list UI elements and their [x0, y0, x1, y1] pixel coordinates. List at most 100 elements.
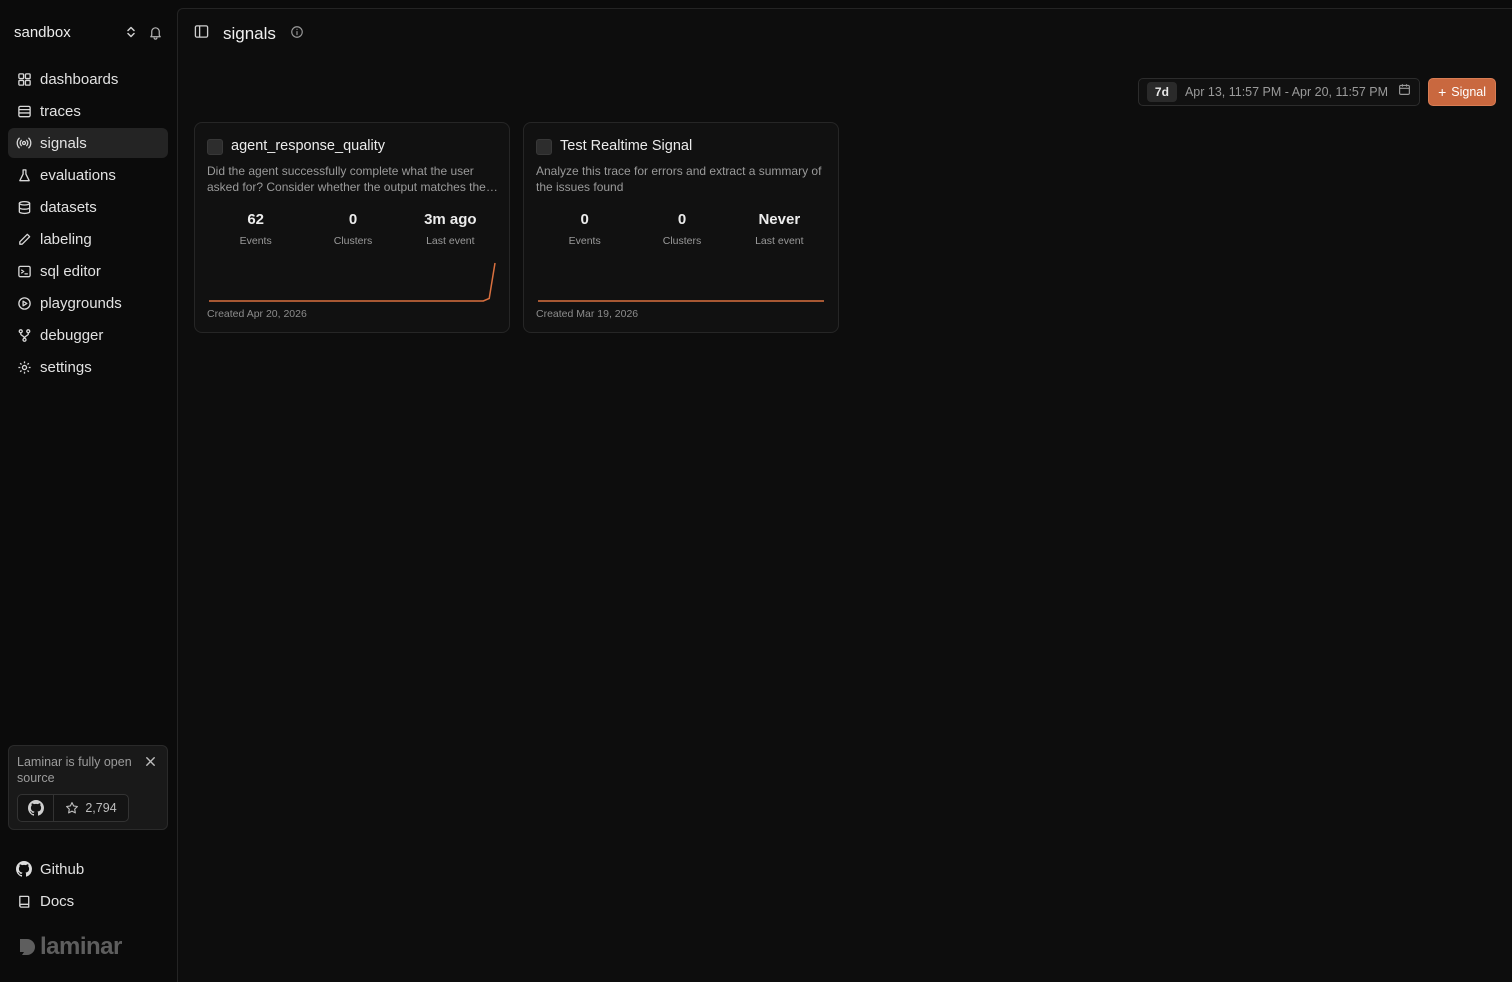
stat-value: 0: [348, 211, 358, 228]
stat-label: Events: [568, 235, 601, 247]
sidebar-item-labeling[interactable]: labeling: [8, 224, 168, 254]
sidebar-toggle-icon[interactable]: [194, 24, 209, 44]
chevron-up-down-icon[interactable]: [122, 23, 140, 41]
flask-icon: [16, 167, 32, 183]
github-icon: [18, 795, 54, 821]
star-icon: [66, 802, 79, 814]
main-panel: signals 7d Apr 13, 11:57 PM - Apr 20, 11…: [177, 8, 1512, 982]
stat-label: Events: [239, 235, 272, 247]
sidebar-item-traces[interactable]: traces: [8, 96, 168, 126]
page-title: signals: [223, 24, 276, 43]
sidebar-item-label: evaluations: [40, 166, 116, 184]
calendar-icon: [1398, 83, 1411, 101]
github-link-label: Github: [40, 860, 85, 878]
toolbar: 7d Apr 13, 11:57 PM - Apr 20, 11:57 PM +…: [1137, 78, 1496, 106]
sidebar-item-debugger[interactable]: debugger: [8, 320, 168, 350]
signal-sparkline: [538, 300, 824, 302]
sidebar: sandbox dashboards traces signals evalua…: [0, 0, 177, 982]
signal-title: Test Realtime Signal: [560, 138, 693, 154]
docs-link-label: Docs: [40, 892, 75, 910]
range-badge: 7d: [1146, 82, 1177, 102]
workspace-switcher[interactable]: sandbox: [14, 22, 164, 42]
sidebar-footer: Github Docs: [8, 854, 168, 918]
stat-last-event: 3m ago Last event: [402, 211, 499, 247]
stat-value: Never: [758, 211, 801, 228]
sidebar-nav: dashboards traces signals evaluations da…: [8, 64, 168, 384]
add-signal-button[interactable]: + Signal: [1428, 78, 1496, 106]
signal-card[interactable]: agent_response_quality Did the agent suc…: [194, 122, 510, 333]
info-icon[interactable]: [290, 25, 304, 44]
workspace-name: sandbox: [14, 23, 71, 41]
plus-icon: +: [1438, 84, 1447, 100]
sidebar-item-signals[interactable]: signals: [8, 128, 168, 158]
github-stars-button[interactable]: 2,794: [17, 794, 129, 822]
sparkline-line: [209, 262, 496, 302]
stat-label: Last event: [426, 235, 475, 247]
signal-stats: 0 Events 0 Clusters Never Last event: [536, 211, 828, 247]
sidebar-item-label: signals: [40, 134, 87, 152]
signal-description: Analyze this trace for errors and extrac…: [536, 164, 822, 194]
sidebar-item-datasets[interactable]: datasets: [8, 192, 168, 222]
stat-value: 3m ago: [424, 211, 477, 228]
stat-events: 62 Events: [207, 211, 304, 247]
signal-cards: agent_response_quality Did the agent suc…: [194, 122, 852, 333]
signal-checkbox[interactable]: [536, 139, 552, 155]
pen-icon: [16, 231, 32, 247]
laminar-logo: laminar: [18, 933, 122, 961]
close-icon[interactable]: [144, 755, 158, 769]
sidebar-item-label: traces: [40, 102, 81, 120]
rows-icon: [16, 103, 32, 119]
date-range-text: Apr 13, 11:57 PM - Apr 20, 11:57 PM: [1184, 85, 1389, 99]
stat-label: Last event: [755, 235, 804, 247]
bell-icon[interactable]: [146, 23, 164, 41]
signal-card[interactable]: Test Realtime Signal Analyze this trace …: [523, 122, 839, 333]
sidebar-item-label: playgrounds: [40, 294, 122, 312]
promo-text: Laminar is fully open source: [17, 755, 132, 785]
sidebar-item-playgrounds[interactable]: playgrounds: [8, 288, 168, 318]
signal-checkbox[interactable]: [207, 139, 223, 155]
stat-label: Clusters: [662, 235, 702, 247]
laminar-logo-mark-icon: [20, 939, 35, 955]
add-signal-label: Signal: [1451, 85, 1486, 99]
docs-link[interactable]: Docs: [8, 886, 168, 916]
stat-label: Clusters: [333, 235, 373, 247]
signal-stats: 62 Events 0 Clusters 3m ago Last event: [207, 211, 499, 247]
broadcast-icon: [16, 135, 32, 151]
stat-clusters: 0 Clusters: [633, 211, 730, 247]
app: sandbox dashboards traces signals evalua…: [0, 0, 1512, 982]
stat-value: 0: [580, 211, 589, 228]
git-branch-icon: [16, 327, 32, 343]
github-link[interactable]: Github: [8, 854, 168, 884]
sidebar-item-label: sql editor: [40, 262, 101, 280]
star-count: 2,794: [85, 801, 117, 815]
sidebar-item-dashboards[interactable]: dashboards: [8, 64, 168, 94]
sidebar-item-sql-editor[interactable]: sql editor: [8, 256, 168, 286]
stat-events: 0 Events: [536, 211, 633, 247]
sidebar-item-label: dashboards: [40, 70, 119, 88]
page-header: signals: [194, 23, 304, 45]
sidebar-item-label: settings: [40, 358, 92, 376]
stat-value: 0: [677, 211, 687, 228]
sidebar-item-evaluations[interactable]: evaluations: [8, 160, 168, 190]
logo-text: laminar: [40, 933, 122, 960]
stat-last-event: Never Last event: [731, 211, 828, 247]
github-icon: [16, 861, 32, 877]
signal-created-date: Created Apr 20, 2026: [207, 308, 307, 320]
sidebar-item-label: debugger: [40, 326, 104, 344]
gear-icon: [16, 359, 32, 375]
signal-description: Did the agent successfully complete what…: [207, 164, 486, 194]
signal-title: agent_response_quality: [231, 138, 385, 154]
terminal-icon: [16, 263, 32, 279]
book-icon: [16, 893, 32, 909]
github-star-count: 2,794: [54, 801, 128, 815]
sidebar-item-label: labeling: [40, 230, 92, 248]
play-circle-icon: [16, 295, 32, 311]
date-range-picker[interactable]: 7d Apr 13, 11:57 PM - Apr 20, 11:57 PM: [1137, 78, 1421, 106]
signal-created-date: Created Mar 19, 2026: [536, 308, 639, 320]
signal-sparkline: [209, 262, 496, 302]
sidebar-item-settings[interactable]: settings: [8, 352, 168, 382]
sidebar-item-label: datasets: [40, 198, 97, 216]
open-source-banner: Laminar is fully open source 2,794: [8, 745, 168, 830]
stat-value: 62: [247, 211, 264, 228]
database-icon: [16, 199, 32, 215]
